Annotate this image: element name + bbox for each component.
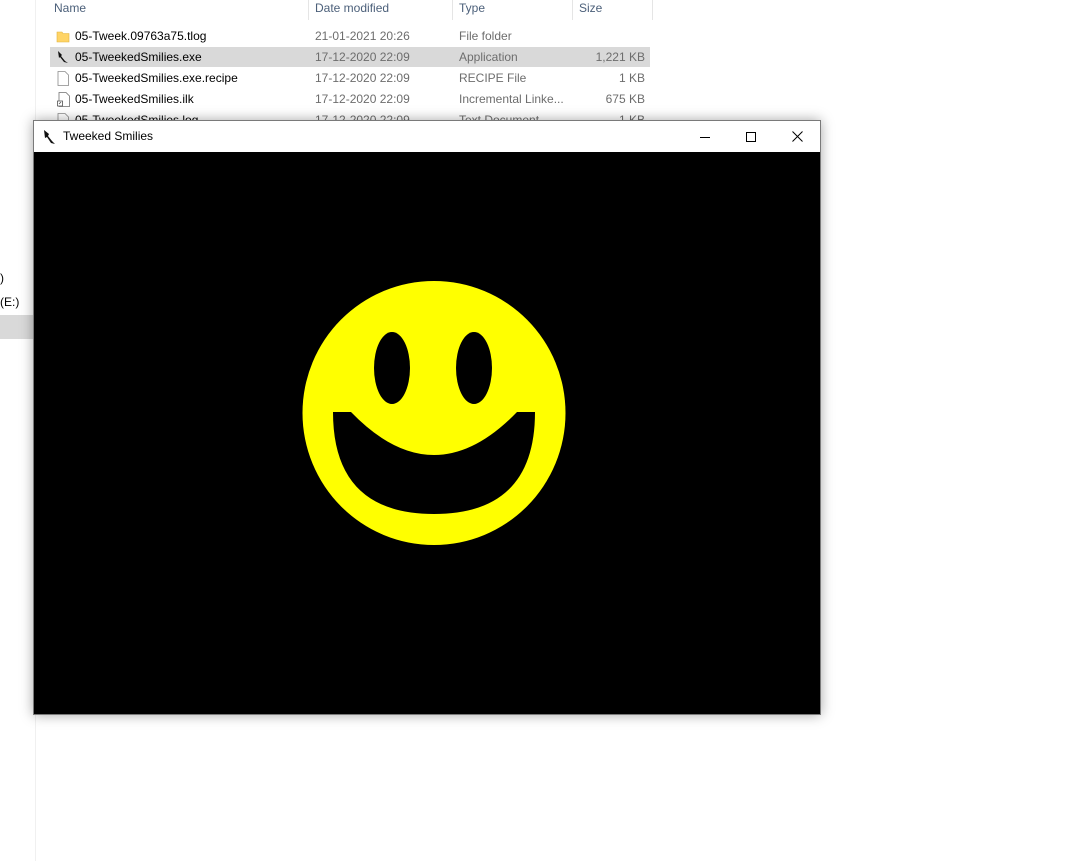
folder-icon [56,26,70,46]
file-icon [56,68,70,88]
file-type: File folder [459,29,512,43]
file-size: 1,221 KB [595,50,645,64]
file-size: 1 KB [618,71,645,85]
column-header-size[interactable]: Size [579,0,602,20]
left-eye [374,332,410,404]
file-size: 675 KB [605,92,645,106]
file-date: 17-12-2020 22:09 [315,92,410,106]
window-title: Tweeked Smilies [63,129,154,143]
column-header-name[interactable]: Name [54,0,86,20]
column-separator[interactable] [572,0,573,20]
file-name: 05-TweekedSmilies.exe.recipe [75,71,238,85]
linker-file-icon [56,89,70,109]
app-bird-icon [43,129,57,145]
column-separator[interactable] [308,0,309,20]
nav-item-drive[interactable]: ) [0,271,4,285]
file-row[interactable]: 05-Tweek.09763a75.tlog 21-01-2021 20:26 … [50,26,650,46]
minimize-icon [700,136,710,138]
smiley-face [302,281,566,545]
file-type: Incremental Linke... [459,92,564,106]
maximize-button[interactable] [728,121,774,152]
file-date: 17-12-2020 22:09 [315,71,410,85]
nav-item-selected[interactable] [0,315,33,339]
maximize-icon [746,131,756,142]
file-type: RECIPE File [459,71,527,85]
column-separator[interactable] [652,0,653,20]
file-type: Application [459,50,518,64]
app-window[interactable]: Tweeked Smilies [33,120,821,715]
file-row[interactable]: 05-TweekedSmilies.exe.recipe 17-12-2020 … [50,68,650,88]
file-row-selected[interactable]: 05-TweekedSmilies.exe 17-12-2020 22:09 A… [50,47,650,67]
column-separator[interactable] [452,0,453,20]
file-name: 05-Tweek.09763a75.tlog [75,29,207,43]
title-bar[interactable]: Tweeked Smilies [34,121,820,152]
minimize-button[interactable] [682,121,728,152]
right-eye [456,332,492,404]
column-header-type[interactable]: Type [459,0,485,20]
file-name: 05-TweekedSmilies.ilk [75,92,194,106]
close-button[interactable] [774,121,820,152]
file-name: 05-TweekedSmilies.exe [75,50,202,64]
file-row[interactable]: 05-TweekedSmilies.ilk 17-12-2020 22:09 I… [50,89,650,109]
close-icon [791,131,803,142]
nav-item-drive-e[interactable]: (E:) [0,295,19,309]
file-size [575,26,645,46]
file-date: 21-01-2021 20:26 [315,29,410,43]
application-icon [56,47,70,67]
column-header-date[interactable]: Date modified [315,0,389,20]
render-canvas[interactable] [34,152,820,714]
file-date: 17-12-2020 22:09 [315,50,410,64]
